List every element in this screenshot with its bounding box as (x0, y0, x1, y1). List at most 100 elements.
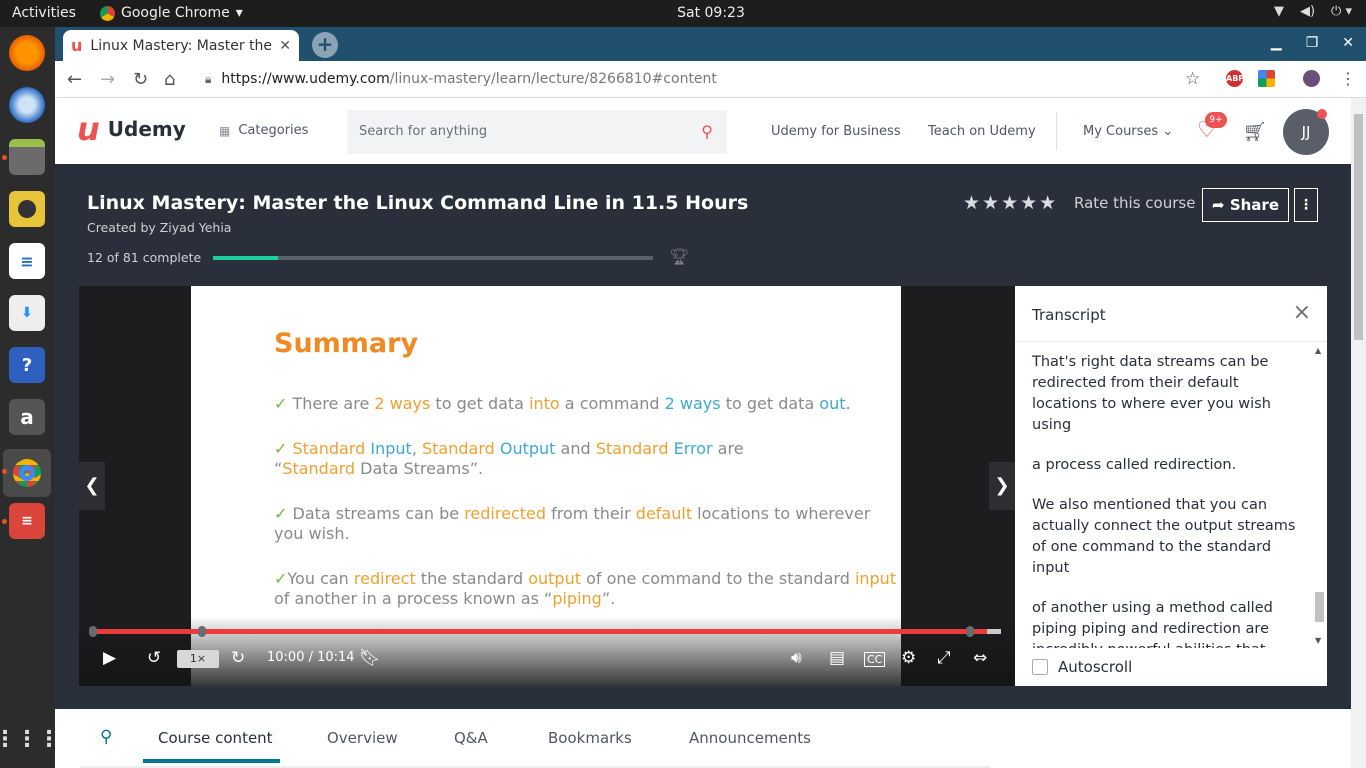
settings-gear-icon[interactable]: ⚙ (901, 648, 916, 668)
seek-handle[interactable] (966, 626, 974, 637)
expand-icon[interactable]: ⇔ (973, 648, 987, 668)
tab-overview[interactable]: Overview (327, 729, 398, 747)
adblock-icon[interactable]: ABP (1226, 70, 1244, 87)
menu-icon[interactable]: ⋮ (1340, 69, 1356, 88)
thunderbird-icon[interactable] (9, 87, 45, 123)
transcript-title: Transcript (1032, 306, 1106, 324)
my-courses-label: My Courses (1083, 124, 1159, 139)
page-scrollbar[interactable] (1351, 98, 1366, 768)
udemy-logo-mark: u (77, 110, 100, 148)
tab-announcements[interactable]: Announcements (689, 729, 811, 747)
show-apps-icon[interactable]: ⋮⋮⋮ (0, 721, 60, 757)
search-icon[interactable]: ⚲ (701, 110, 713, 154)
transcript-scroll-thumb[interactable] (1315, 592, 1324, 622)
firefox-icon[interactable] (9, 35, 45, 71)
more-options-button[interactable]: ⋮ (1294, 188, 1318, 222)
seek-bar[interactable] (93, 629, 1001, 634)
forward-icon[interactable]: → (100, 69, 115, 90)
presentation-icon[interactable]: ≡ (9, 503, 45, 539)
transcript-scrollbar[interactable]: ▲ ▼ (1313, 346, 1325, 646)
help-icon[interactable]: ? (9, 347, 45, 383)
trophy-icon[interactable]: 🏆︎ (669, 247, 689, 266)
fullscreen-icon[interactable]: ⤢ (937, 648, 951, 668)
home-icon[interactable]: ⌂ (164, 69, 175, 90)
active-tab-indicator (143, 759, 280, 763)
clock[interactable]: Sat 09:23 (0, 5, 1366, 21)
captions-icon[interactable]: CC (864, 652, 886, 667)
close-icon[interactable]: × (1293, 300, 1311, 325)
writer-icon[interactable]: ≡ (9, 243, 45, 279)
page-scroll-thumb[interactable] (1354, 114, 1363, 340)
transcript-body[interactable]: That's right data streams can be redirec… (1032, 352, 1298, 648)
reload-icon[interactable]: ↻ (133, 69, 148, 90)
course-tabs: ⚲ Course content Overview Q&A Bookmarks … (80, 709, 990, 768)
transcript-icon[interactable]: ▤ (829, 648, 845, 668)
slide-bullet-1: ✓ There are 2 ways to get data into a co… (274, 394, 851, 413)
course-title: Linux Mastery: Master the Linux Command … (87, 192, 749, 214)
software-icon[interactable]: ⬇ (9, 295, 45, 331)
add-bookmark-icon[interactable]: 🔖︎ (359, 648, 381, 668)
transcript-cue[interactable]: of another using a method called piping … (1032, 598, 1298, 648)
close-tab-icon[interactable]: ✕ (279, 38, 291, 54)
browser-tab[interactable]: u Linux Mastery: Master the ✕ (63, 30, 299, 61)
minimize-icon[interactable]: ▁ (1271, 35, 1282, 51)
profile-icon[interactable] (1303, 70, 1320, 87)
slide-heading: Summary (274, 328, 419, 359)
tab-qa[interactable]: Q&A (454, 729, 488, 747)
rhythmbox-icon[interactable] (9, 191, 45, 227)
bookmark-star-icon[interactable]: ☆ (1185, 69, 1200, 89)
video-player[interactable]: Summary ✓ There are 2 ways to get data i… (79, 286, 1015, 686)
seek-bar-played (93, 629, 988, 634)
transcript-cue[interactable]: We also mentioned that you can actually … (1032, 495, 1298, 579)
categories-button[interactable]: ▦ Categories (219, 123, 308, 138)
autoscroll-toggle[interactable]: Autoscroll (1032, 658, 1132, 676)
seek-marker (198, 626, 206, 637)
volume-icon[interactable]: 🔊︎ (791, 648, 802, 668)
check-icon: ✓ (274, 504, 288, 523)
teach-on-udemy-link[interactable]: Teach on Udemy (928, 124, 1036, 139)
check-icon: ✓ (274, 569, 288, 588)
volume-icon: ◀) (1299, 4, 1316, 19)
rewind-icon[interactable]: ↺ (147, 648, 161, 668)
amazon-icon[interactable]: a (9, 399, 45, 435)
next-lecture-button[interactable]: ❯ (989, 462, 1015, 510)
forward-icon[interactable]: ↻ (231, 648, 245, 668)
udemy-for-business-link[interactable]: Udemy for Business (771, 124, 901, 139)
maximize-icon[interactable]: ❐ (1306, 35, 1319, 51)
tab-bookmarks[interactable]: Bookmarks (548, 729, 632, 747)
udemy-logo[interactable]: u Udemy (77, 110, 186, 148)
search-icon[interactable]: ⚲ (100, 727, 112, 747)
previous-lecture-button[interactable]: ❮ (79, 462, 105, 510)
rate-course-link[interactable]: Rate this course (1074, 194, 1195, 212)
autoscroll-checkbox[interactable] (1032, 659, 1048, 675)
search-input[interactable]: Search for anything ⚲ (347, 110, 727, 154)
chrome-icon[interactable] (3, 449, 51, 497)
playback-speed-button[interactable]: 1× (177, 650, 219, 668)
site-header: u Udemy ▦ Categories Search for anything… (55, 98, 1351, 164)
progress-bar (213, 256, 653, 260)
progress-fill (213, 256, 279, 260)
address-bar[interactable]: 🔒︎ https://www.udemy.com/linux-mastery/le… (205, 67, 1255, 93)
transcript-cue[interactable]: a process called redirection. (1032, 455, 1298, 476)
seek-marker (89, 626, 97, 637)
close-window-icon[interactable]: ✕ (1342, 35, 1354, 51)
rating-stars[interactable]: ★★★★★ (963, 192, 1058, 214)
extension-icon[interactable] (1258, 70, 1275, 87)
progress-text: 12 of 81 complete (87, 250, 202, 265)
my-courses-button[interactable]: My Courses ⌄ (1083, 124, 1173, 139)
new-tab-button[interactable]: + (312, 32, 338, 58)
share-button[interactable]: ➦ Share (1202, 188, 1289, 222)
browser-toolbar: ← → ↻ ⌂ 🔒︎ https://www.udemy.com/linux-ma… (55, 61, 1366, 98)
tab-title: Linux Mastery: Master the (90, 37, 273, 54)
course-instructor: Created by Ziyad Yehia (87, 220, 232, 235)
system-tray[interactable]: ▼ ◀) ⏻ ▾ (1274, 4, 1352, 19)
files-icon[interactable] (9, 139, 45, 175)
back-icon[interactable]: ← (67, 69, 82, 90)
play-icon[interactable]: ▶ (103, 648, 116, 668)
grid-icon: ▦ (219, 123, 231, 138)
controls-overlay (79, 616, 1015, 686)
tab-course-content[interactable]: Course content (158, 729, 273, 747)
lock-icon: 🔒︎ (205, 72, 212, 86)
cart-icon[interactable]: 🛒︎ (1243, 120, 1267, 143)
transcript-cue[interactable]: That's right data streams can be redirec… (1032, 352, 1298, 436)
